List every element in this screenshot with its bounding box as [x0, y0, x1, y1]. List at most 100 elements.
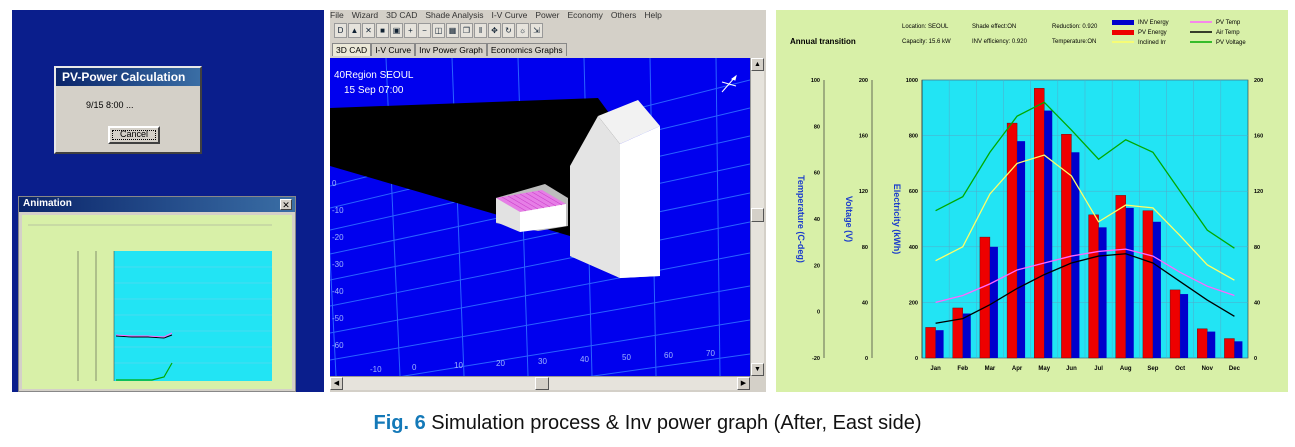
- new-icon[interactable]: D: [334, 23, 347, 38]
- bar-inv-energy: [1152, 221, 1161, 358]
- y-tick-label: 40: [814, 217, 820, 223]
- bar-pv-energy: [1197, 328, 1208, 359]
- x-tick-label: May: [1038, 366, 1050, 372]
- legend-label: PV Voltage: [1216, 40, 1246, 46]
- bar-inv-energy: [1207, 331, 1216, 358]
- menu-item-wizard[interactable]: Wizard: [352, 10, 378, 20]
- grid-x-label: 10: [454, 361, 463, 370]
- bar-pv-energy: [925, 327, 936, 359]
- grid-y-label: 0: [332, 179, 337, 188]
- animation-plot-area: [114, 251, 272, 381]
- menu-item-power[interactable]: Power: [535, 10, 559, 20]
- tab-i-v-curve[interactable]: I-V Curve: [371, 43, 416, 56]
- y-tick-label: 160: [859, 134, 868, 140]
- tab-3d-cad[interactable]: 3D CAD: [332, 43, 372, 56]
- tab-strip: 3D CAD I-V Curve Inv Power Graph Economics …: [332, 43, 567, 56]
- y-axis-label: Temperature (C-deg): [796, 175, 806, 263]
- cad-window: File Wizard 3D CAD Shade Analysis I-V Curve P…: [330, 10, 766, 392]
- figure-text: Simulation process & Inv power graph (Af…: [425, 412, 922, 434]
- y-tick-label: 0: [915, 356, 918, 362]
- grid-y-label: -40: [332, 287, 344, 296]
- export-icon[interactable]: ⇲: [530, 23, 543, 38]
- menu-item-3d-cad[interactable]: 3D CAD: [386, 10, 417, 20]
- bar-inv-energy: [1180, 294, 1189, 358]
- legend-swatch: [1112, 30, 1134, 35]
- vertical-scroll-thumb[interactable]: [751, 208, 764, 222]
- inv-power-graph-panel: Annual transition Location: SEOUL Capacity…: [776, 10, 1288, 392]
- x-tick-label: Jul: [1094, 366, 1103, 372]
- menu-item-economy[interactable]: Economy: [567, 10, 602, 20]
- bar-pv-energy: [1224, 338, 1235, 359]
- close-icon[interactable]: ✕: [280, 199, 292, 210]
- viewport-overlay: 40Region SEOUL 15 Sep 07:00: [334, 68, 414, 98]
- grid-x-label: -10: [370, 365, 382, 374]
- scroll-down-icon[interactable]: ▼: [751, 363, 764, 376]
- legend-label: Inclined Irr: [1138, 40, 1166, 46]
- scroll-right-icon[interactable]: ▶: [737, 377, 750, 390]
- menu-item-i-v-curve[interactable]: I-V Curve: [491, 10, 527, 20]
- open-icon[interactable]: ▲: [348, 23, 361, 38]
- grid-x-label: 40: [580, 355, 589, 364]
- rotate-icon[interactable]: ↻: [502, 23, 515, 38]
- legend-label: PV Energy: [1138, 30, 1167, 36]
- 3d-viewport[interactable]: 0 -10 -20 -30 -40 -50 -60 -10 0 10 20 30 40 50 60 70 40…: [330, 58, 750, 376]
- y-tick-label: 800: [909, 134, 918, 140]
- zoom-in-icon[interactable]: +: [404, 23, 417, 38]
- tab-inv-power-graph[interactable]: Inv Power Graph: [415, 43, 487, 56]
- grid-x-label: 50: [622, 353, 631, 362]
- move-icon[interactable]: ✥: [488, 23, 501, 38]
- save-icon[interactable]: ■: [376, 23, 389, 38]
- info-shade: Shade effect:ON: [972, 24, 1016, 30]
- scroll-left-icon[interactable]: ◀: [330, 377, 343, 390]
- y-axis-label: Electricity (kWh): [892, 184, 902, 255]
- x-tick-label: Mar: [985, 366, 996, 372]
- bar-pv-energy: [1006, 122, 1018, 359]
- x-tick-label: Apr: [1012, 366, 1023, 372]
- vertical-scrollbar[interactable]: ▲ ▼: [750, 58, 764, 376]
- grid-y-label: -10: [332, 206, 344, 215]
- tab-economics-graphs[interactable]: Economics Graphs: [486, 43, 567, 56]
- bar-inv-energy: [935, 330, 944, 358]
- zoom-out-icon[interactable]: −: [418, 23, 431, 38]
- y-right-tick-label: 40: [1254, 300, 1260, 306]
- bar-pv-energy: [1115, 195, 1126, 359]
- print-icon[interactable]: ▣: [390, 23, 403, 38]
- y-tick-label: 0: [817, 310, 820, 316]
- zoom-fit-icon[interactable]: ◫: [432, 23, 445, 38]
- menu-item-file[interactable]: File: [330, 10, 344, 20]
- x-tick-label: Nov: [1202, 366, 1214, 372]
- close-icon[interactable]: ✕: [362, 23, 375, 38]
- panel-icon[interactable]: ▦: [446, 23, 459, 38]
- horizontal-scrollbar[interactable]: ◀ ▶: [330, 376, 750, 390]
- y-axis-label: Voltage (V): [844, 196, 854, 242]
- y-tick-label: 1000: [906, 78, 918, 84]
- x-tick-label: Jan: [930, 366, 941, 372]
- sun-icon[interactable]: ☼: [516, 23, 529, 38]
- cancel-button[interactable]: Cancel: [108, 126, 160, 144]
- x-tick-label: Feb: [957, 366, 968, 372]
- annual-transition-chart: Annual transition Location: SEOUL Capacity…: [790, 20, 1263, 372]
- copy-icon[interactable]: ❐: [460, 23, 473, 38]
- horizontal-scroll-thumb[interactable]: [535, 377, 549, 390]
- bar-pv-energy: [1142, 210, 1154, 359]
- y-tick-label: 80: [814, 124, 820, 130]
- scroll-up-icon[interactable]: ▲: [751, 58, 764, 71]
- menu-item-shade-analysis[interactable]: Shade Analysis: [425, 10, 483, 20]
- y-right-tick-label: 200: [1254, 78, 1263, 84]
- menu-item-help[interactable]: Help: [644, 10, 661, 20]
- y-prefix: 40: [334, 70, 346, 81]
- bar-icon[interactable]: ‖: [474, 23, 487, 38]
- menu-item-others[interactable]: Others: [611, 10, 637, 20]
- bar-inv-energy: [1044, 110, 1053, 358]
- grid-x-label: 70: [706, 349, 715, 358]
- bar-inv-energy: [1098, 227, 1107, 358]
- y-right-tick-label: 80: [1254, 245, 1260, 251]
- y-right-tick-label: 0: [1254, 356, 1257, 362]
- bar-inv-energy: [1125, 207, 1134, 358]
- y-tick-label: 20: [814, 263, 820, 269]
- grid-y-label: -60: [332, 341, 344, 350]
- y-tick-label: 200: [909, 300, 918, 306]
- x-tick-label: Jun: [1066, 366, 1077, 372]
- y-tick-label: 80: [862, 245, 868, 251]
- legend-label: INV Energy: [1138, 20, 1169, 26]
